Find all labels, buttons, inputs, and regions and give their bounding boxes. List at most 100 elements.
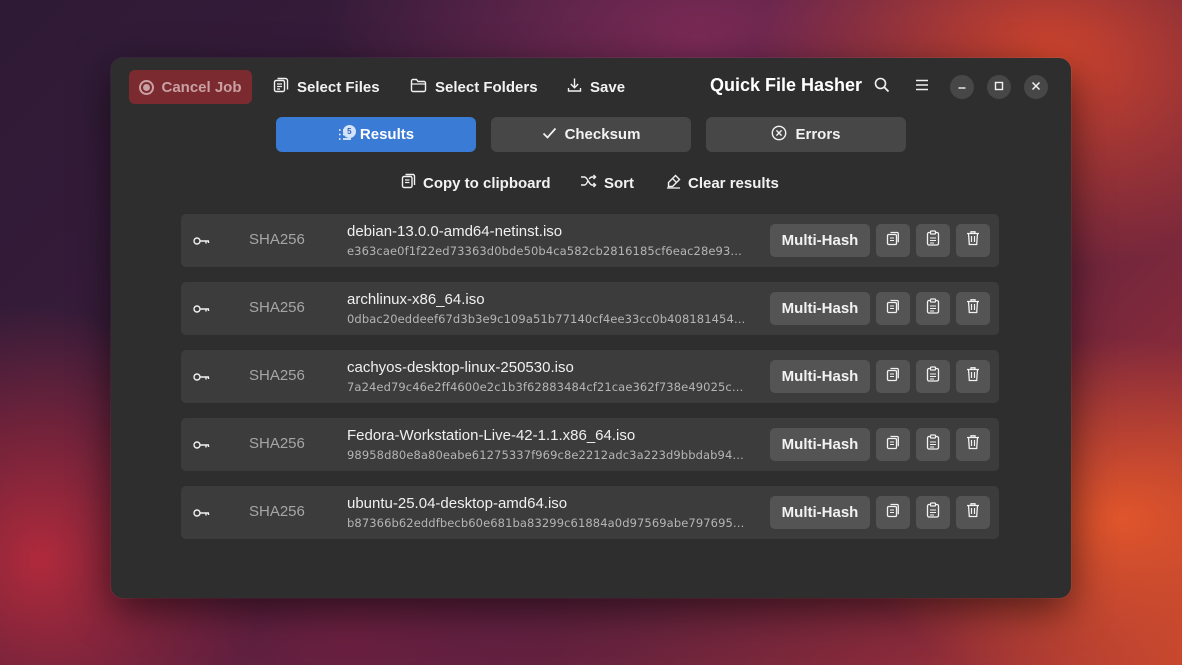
multi-hash-button[interactable]: Multi-Hash <box>770 360 870 393</box>
paste-compare-button[interactable] <box>916 292 950 325</box>
copy-icon <box>886 231 900 251</box>
results-count-badge: 5 <box>342 125 356 138</box>
cancel-job-button[interactable]: Cancel Job <box>129 70 252 104</box>
sort-button[interactable]: Sort <box>580 170 634 196</box>
copy-hash-button[interactable] <box>876 224 910 257</box>
save-button[interactable]: Save <box>559 70 633 104</box>
copy-icon <box>886 435 900 455</box>
trash-icon <box>966 366 980 387</box>
key-icon <box>193 369 210 387</box>
shuffle-icon <box>580 174 597 192</box>
trash-icon <box>966 502 980 523</box>
copy-icon <box>401 173 416 193</box>
circle-x-icon <box>771 125 787 145</box>
file-name: Fedora-Workstation-Live-42-1.1.x86_64.is… <box>347 427 636 444</box>
clear-results-label: Clear results <box>688 174 779 192</box>
file-name: ubuntu-25.04-desktop-amd64.iso <box>347 495 568 512</box>
close-button[interactable] <box>1024 75 1048 99</box>
key-icon <box>193 301 210 319</box>
multi-hash-button[interactable]: Multi-Hash <box>770 292 870 325</box>
hash-algorithm: SHA256 <box>249 367 305 384</box>
paste-compare-button[interactable] <box>916 428 950 461</box>
copy-hash-button[interactable] <box>876 292 910 325</box>
tab-errors[interactable]: Errors <box>706 117 906 152</box>
delete-row-button[interactable] <box>956 360 990 393</box>
hash-algorithm: SHA256 <box>249 435 305 452</box>
stop-record-icon <box>139 79 155 95</box>
copy-icon <box>886 367 900 387</box>
search-button[interactable] <box>870 75 894 99</box>
paste-compare-button[interactable] <box>916 224 950 257</box>
result-row: SHA256 Fedora-Workstation-Live-42-1.1.x8… <box>181 418 999 471</box>
list-icon: 5 <box>338 125 356 141</box>
minimize-icon <box>957 78 967 96</box>
files-icon <box>273 77 289 97</box>
result-row: SHA256 debian-13.0.0-amd64-netinst.iso e… <box>181 214 999 267</box>
trash-icon <box>966 230 980 251</box>
file-hash[interactable]: b87366b62eddfbecb60e681ba83299c61884a0d9… <box>347 516 749 530</box>
clipboard-icon <box>926 298 940 319</box>
file-hash[interactable]: 98958d80e8a80eabe61275337f969c8e2212adc3… <box>347 448 749 462</box>
key-icon <box>193 437 210 455</box>
trash-icon <box>966 434 980 455</box>
file-hash[interactable]: e363cae0f1f22ed73363d0bde50b4ca582cb2816… <box>347 244 749 258</box>
hash-algorithm: SHA256 <box>249 231 305 248</box>
trash-icon <box>966 298 980 319</box>
delete-row-button[interactable] <box>956 224 990 257</box>
copy-icon <box>886 299 900 319</box>
check-icon <box>542 126 557 143</box>
tab-results-label: Results <box>359 126 415 143</box>
main-menu-button[interactable] <box>910 75 934 99</box>
delete-row-button[interactable] <box>956 496 990 529</box>
file-name: archlinux-x86_64.iso <box>347 291 485 308</box>
clipboard-icon <box>926 230 940 251</box>
folder-icon <box>410 78 427 97</box>
maximize-icon <box>994 78 1004 96</box>
result-row: SHA256 ubuntu-25.04-desktop-amd64.iso b8… <box>181 486 999 539</box>
sort-label: Sort <box>604 174 634 192</box>
paste-compare-button[interactable] <box>916 496 950 529</box>
cancel-job-label: Cancel Job <box>161 78 242 96</box>
key-icon <box>193 505 210 523</box>
multi-hash-button[interactable]: Multi-Hash <box>770 496 870 529</box>
delete-row-button[interactable] <box>956 428 990 461</box>
hamburger-icon <box>915 78 929 96</box>
clipboard-icon <box>926 502 940 523</box>
result-row: SHA256 cachyos-desktop-linux-250530.iso … <box>181 350 999 403</box>
copy-hash-button[interactable] <box>876 496 910 529</box>
delete-row-button[interactable] <box>956 292 990 325</box>
file-name: debian-13.0.0-amd64-netinst.iso <box>347 223 563 240</box>
clipboard-icon <box>926 366 940 387</box>
copy-hash-button[interactable] <box>876 360 910 393</box>
file-hash[interactable]: 0dbac20eddeef67d3b3e9c109a51b77140cf4ee3… <box>347 312 749 326</box>
eraser-icon <box>666 174 681 193</box>
maximize-button[interactable] <box>987 75 1011 99</box>
select-folders-button[interactable]: Select Folders <box>402 70 546 104</box>
minimize-button[interactable] <box>950 75 974 99</box>
multi-hash-button[interactable]: Multi-Hash <box>770 428 870 461</box>
paste-compare-button[interactable] <box>916 360 950 393</box>
copy-icon <box>886 503 900 523</box>
copy-to-clipboard-button[interactable]: Copy to clipboard <box>401 170 551 196</box>
search-icon <box>874 77 890 98</box>
file-name: cachyos-desktop-linux-250530.iso <box>347 359 574 376</box>
tab-checksum-label: Checksum <box>564 126 641 143</box>
copy-hash-button[interactable] <box>876 428 910 461</box>
close-icon <box>1031 78 1041 96</box>
hash-algorithm: SHA256 <box>249 299 305 316</box>
key-icon <box>193 233 210 251</box>
download-icon <box>567 77 582 97</box>
multi-hash-button[interactable]: Multi-Hash <box>770 224 870 257</box>
tab-results[interactable]: 5 Results <box>276 117 476 152</box>
result-row: SHA256 archlinux-x86_64.iso 0dbac20eddee… <box>181 282 999 335</box>
copy-to-clipboard-label: Copy to clipboard <box>423 174 551 192</box>
select-folders-label: Select Folders <box>435 78 538 96</box>
select-files-label: Select Files <box>297 78 380 96</box>
select-files-button[interactable]: Select Files <box>265 70 388 104</box>
hash-algorithm: SHA256 <box>249 503 305 520</box>
tab-errors-label: Errors <box>795 126 841 143</box>
file-hash[interactable]: 7a24ed79c46e2ff4600e2c1b3f62883484cf21ca… <box>347 380 749 394</box>
clear-results-button[interactable]: Clear results <box>666 170 779 196</box>
app-window: Cancel Job Select Files Select Folders S… <box>111 58 1071 598</box>
tab-checksum[interactable]: Checksum <box>491 117 691 152</box>
